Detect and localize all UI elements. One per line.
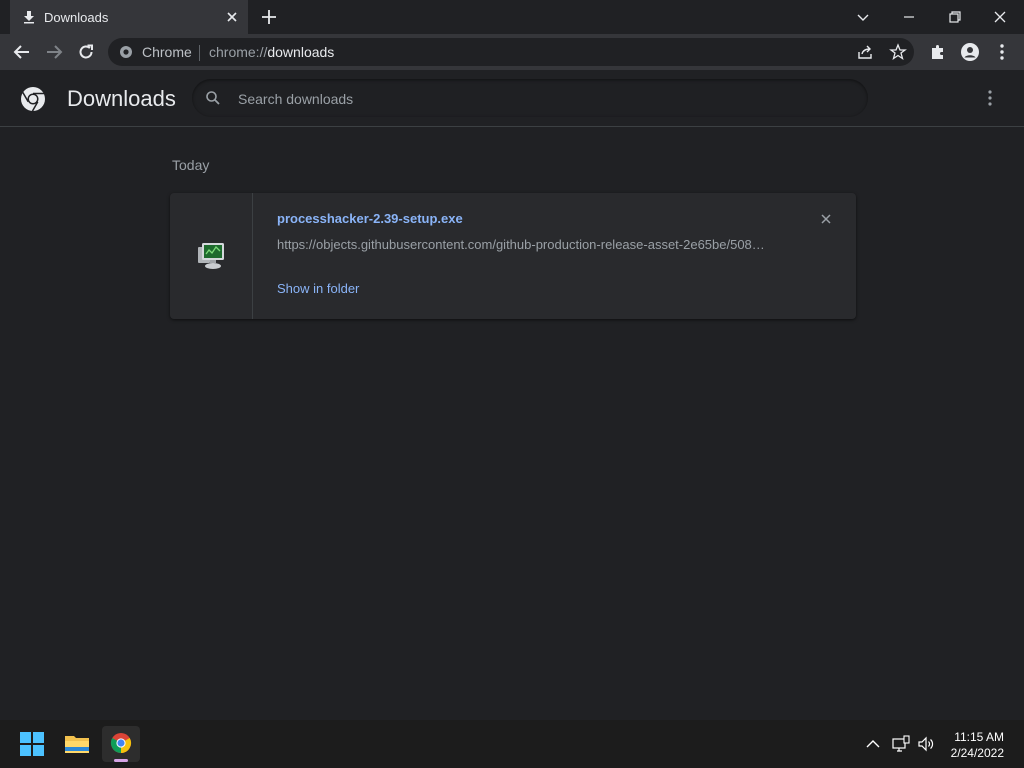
back-icon[interactable]: [12, 42, 32, 62]
clock-time: 11:15 AM: [954, 730, 1004, 744]
tab-title: Downloads: [44, 10, 109, 25]
download-item: processhacker-2.39-setup.exe https://obj…: [170, 193, 856, 319]
url-text: chrome://downloads: [209, 44, 335, 60]
network-icon[interactable]: [892, 735, 910, 753]
download-icon: [24, 11, 34, 24]
bookmark-star-icon[interactable]: [889, 43, 907, 61]
folder-icon: [65, 736, 89, 753]
extensions-icon[interactable]: [928, 42, 948, 62]
tab-strip: Downloads: [0, 0, 1024, 34]
windows-taskbar: 11:15 AM 2/24/2022: [0, 720, 1024, 768]
share-icon[interactable]: [856, 43, 874, 61]
minimize-icon[interactable]: [899, 7, 919, 27]
tab-search-icon[interactable]: [853, 7, 873, 27]
profile-icon[interactable]: [960, 42, 980, 62]
browser-toolbar: Chrome chrome://downloads: [0, 34, 1024, 70]
downloads-header: Downloads: [0, 70, 1024, 127]
more-actions-icon[interactable]: [980, 88, 1000, 108]
site-chip-label: Chrome: [142, 44, 192, 60]
close-window-icon[interactable]: [990, 7, 1010, 27]
file-source-url[interactable]: https://objects.githubusercontent.com/gi…: [277, 237, 777, 252]
file-icon-column: [170, 193, 253, 319]
omnibox-divider: [199, 45, 200, 61]
system-clock[interactable]: 11:15 AM 2/24/2022: [951, 729, 1004, 761]
start-button[interactable]: [13, 726, 51, 762]
forward-icon[interactable]: [44, 42, 64, 62]
show-hidden-icons-chevron-icon[interactable]: [864, 735, 882, 753]
installer-file-icon: [198, 243, 224, 269]
address-bar[interactable]: Chrome chrome://downloads: [108, 38, 914, 66]
close-tab-icon[interactable]: [224, 9, 240, 25]
search-icon[interactable]: [205, 90, 221, 106]
clock-date: 2/24/2022: [950, 746, 1004, 760]
active-app-indicator: [114, 759, 128, 762]
date-heading: Today: [172, 157, 210, 173]
tab-downloads[interactable]: Downloads: [10, 0, 248, 34]
chrome-site-icon: [120, 46, 132, 58]
show-in-folder-link[interactable]: Show in folder: [277, 281, 359, 296]
search-box: [192, 79, 868, 117]
file-explorer-button[interactable]: [58, 726, 96, 762]
restore-icon[interactable]: [945, 7, 965, 27]
file-name-link[interactable]: processhacker-2.39-setup.exe: [277, 211, 463, 226]
remove-from-list-icon[interactable]: [818, 211, 834, 227]
new-tab-icon[interactable]: [260, 8, 278, 26]
search-input[interactable]: [236, 88, 840, 110]
page-title: Downloads: [67, 86, 176, 111]
reload-icon[interactable]: [76, 42, 96, 62]
volume-icon[interactable]: [917, 735, 935, 753]
chrome-taskbar-button[interactable]: [102, 726, 140, 762]
chrome-logo-icon: [21, 87, 45, 112]
chrome-menu-icon[interactable]: [992, 42, 1012, 62]
windows-logo-icon: [20, 732, 44, 756]
chrome-icon: [110, 733, 132, 754]
